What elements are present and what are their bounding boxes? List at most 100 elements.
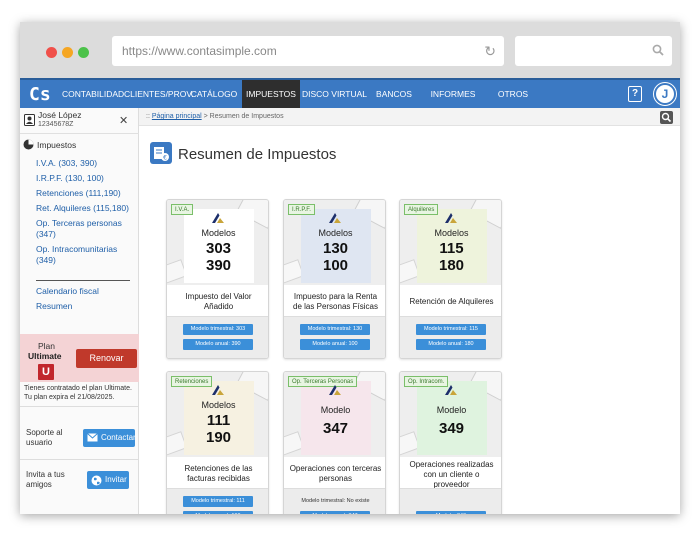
plan-note-line1: Tienes contratado el plan Ultimate. bbox=[24, 385, 132, 392]
nav-contabilidad[interactable]: CONTABILIDAD bbox=[62, 80, 124, 108]
tax-card[interactable]: Alquileres Modelos 115 180 Retención de Alqu… bbox=[399, 199, 502, 359]
help-icon[interactable]: ? bbox=[628, 86, 642, 102]
plan-name: Ultimate bbox=[28, 351, 62, 361]
nav-otros[interactable]: OTROS bbox=[486, 80, 540, 108]
contact-button-label: Contactar bbox=[101, 433, 136, 442]
annual-model-button[interactable]: Modelo anual: 100 bbox=[300, 339, 370, 350]
nav-disco-virtual[interactable]: DISCO VIRTUAL bbox=[302, 80, 367, 108]
nav-bancos[interactable]: BANCOS bbox=[366, 80, 422, 108]
sidebar-link-iva[interactable]: I.V.A. (303, 390) bbox=[36, 158, 97, 169]
card-model-number: 100 bbox=[322, 257, 349, 274]
support-label-line1: Soporte al bbox=[26, 428, 63, 437]
card-model-number: 390 bbox=[205, 257, 232, 274]
card-description: Retenciones de las facturas recibidas bbox=[184, 464, 253, 483]
invite-label: Invita a tus amigos bbox=[26, 470, 65, 490]
sidebar-link-ret-alquileres[interactable]: Ret. Alquileres (115,180) bbox=[36, 203, 129, 214]
envelope-icon bbox=[87, 433, 98, 442]
sidebar-divider bbox=[36, 280, 130, 281]
sidebar: José López 12345678Z ✕ Impuestos I.V.A. … bbox=[20, 108, 139, 514]
quarterly-model-button[interactable]: Modelo trimestral: 111 bbox=[183, 496, 253, 507]
plan-badge-icon: U bbox=[38, 364, 54, 380]
browser-search-box[interactable] bbox=[515, 36, 672, 66]
tax-agency-icon bbox=[212, 385, 224, 395]
annual-model-button[interactable]: Modelo: 349 bbox=[416, 511, 486, 514]
card-header: I.V.A. Modelos 303 390 bbox=[167, 200, 268, 285]
plan-note-line2: Tu plan expira el 21/08/2025. bbox=[24, 394, 115, 401]
user-box: José López 12345678Z ✕ bbox=[20, 108, 139, 134]
card-model-number: 349 bbox=[438, 420, 465, 437]
tax-agency-icon bbox=[212, 213, 224, 223]
sidebar-link-terceras-personas-347[interactable]: (347) bbox=[36, 229, 56, 240]
page-title: Resumen de Impuestos bbox=[178, 146, 337, 163]
globe-icon bbox=[91, 475, 102, 486]
card-header: I.R.P.F. Modelos 130 100 bbox=[284, 200, 385, 285]
card-model-label: Modelos bbox=[434, 228, 469, 238]
card-tag: Op. Terceras Personas bbox=[288, 376, 358, 387]
sidebar-link-resumen[interactable]: Resumen bbox=[36, 301, 72, 312]
quarterly-model-button[interactable]: Modelo trimestral: 115 bbox=[416, 324, 486, 335]
reload-icon[interactable]: ↻ bbox=[484, 43, 496, 60]
support-label: Soporte al usuario bbox=[26, 428, 62, 448]
card-description: Impuesto del Valor Añadido bbox=[185, 292, 252, 311]
quarterly-model-button[interactable]: Modelo trimestral: 130 bbox=[300, 324, 370, 335]
sidebar-separator bbox=[20, 406, 139, 407]
card-footer: Modelo trimestral: 111 Modelo anual: 190 bbox=[167, 488, 268, 514]
search-icon[interactable] bbox=[660, 111, 673, 124]
breadcrumb-separator: > bbox=[201, 113, 210, 120]
nav-catalogo[interactable]: CATÁLOGO bbox=[186, 80, 242, 108]
card-model-number: 190 bbox=[205, 429, 232, 446]
invite-button[interactable]: Invitar bbox=[87, 471, 129, 489]
annual-model-button[interactable]: Modelo anual: 190 bbox=[183, 511, 253, 514]
card-tag: I.R.P.F. bbox=[288, 204, 315, 215]
quarterly-model-button[interactable]: Modelo trimestral: 303 bbox=[183, 324, 253, 335]
sidebar-link-intracomunitarias[interactable]: Op. Intracomunitarias (349) bbox=[36, 244, 138, 266]
browser-toolbar: https://www.contasimple.com ↻ bbox=[20, 22, 680, 78]
renew-button[interactable]: Renovar bbox=[76, 349, 137, 368]
card-header: Retenciones Modelos 111 190 bbox=[167, 372, 268, 457]
url-bar[interactable]: https://www.contasimple.com ↻ bbox=[112, 36, 504, 66]
annual-model-button[interactable]: Modelo anual: 390 bbox=[183, 339, 253, 350]
invite-label-line1: Invita a tus bbox=[26, 470, 65, 479]
svg-text:€: € bbox=[163, 155, 167, 162]
card-model-number: 111 bbox=[206, 412, 231, 429]
close-window-dot[interactable] bbox=[46, 47, 57, 58]
tax-card[interactable]: Op. Intracom. Modelo 349 Operaciones realiz… bbox=[399, 371, 502, 514]
tax-card[interactable]: I.V.A. Modelos 303 390 Impuesto del Valor Añ… bbox=[166, 199, 269, 359]
plan-box: Plan Ultimate U Renovar bbox=[20, 334, 139, 382]
tax-card[interactable]: Retenciones Modelos 111 190 Retenciones de l… bbox=[166, 371, 269, 514]
section-title-impuestos: Impuestos bbox=[37, 140, 77, 150]
card-description: Impuesto para la Renta de las Personas F… bbox=[293, 292, 378, 311]
sidebar-link-irpf[interactable]: I.R.P.F. (130, 100) bbox=[36, 173, 104, 184]
annual-model-button[interactable]: Modelo anual: 180 bbox=[416, 339, 486, 350]
annual-model-button[interactable]: Modelo anual: 347 bbox=[300, 511, 370, 514]
card-model-label: Modelos bbox=[201, 400, 236, 410]
support-label-line2: usuario bbox=[26, 438, 53, 447]
pie-chart-icon bbox=[23, 139, 34, 150]
main-content: :: Página principal > Resumen de Impuest… bbox=[139, 108, 680, 514]
nav-impuestos[interactable]: IMPUESTOS bbox=[242, 80, 300, 108]
card-tag: Op. Intracom. bbox=[404, 376, 449, 387]
card-description: Retención de Alquileres bbox=[409, 297, 494, 306]
contact-button[interactable]: Contactar bbox=[83, 429, 136, 447]
plan-label: Plan bbox=[38, 341, 56, 351]
maximize-window-dot[interactable] bbox=[78, 47, 89, 58]
tax-card[interactable]: I.R.P.F. Modelos 130 100 Impuesto para la Re… bbox=[283, 199, 386, 359]
sidebar-link-calendario[interactable]: Calendario fiscal bbox=[36, 286, 99, 297]
main-nav: Cs CONTABILIDAD CLIENTES/PROV. CATÁLOGO … bbox=[20, 78, 680, 108]
sidebar-link-terceras-personas[interactable]: Op. Terceras personas bbox=[36, 218, 122, 229]
card-model-label: Modelos bbox=[318, 228, 353, 238]
user-avatar[interactable]: J bbox=[654, 83, 676, 105]
contasimple-logo[interactable]: Cs bbox=[29, 84, 53, 106]
card-header: Op. Intracom. Modelo 349 bbox=[400, 372, 501, 457]
nav-clientes-prov[interactable]: CLIENTES/PROV. bbox=[124, 80, 194, 108]
nav-informes[interactable]: INFORMES bbox=[425, 80, 481, 108]
card-model-number: 303 bbox=[205, 240, 232, 257]
tax-card[interactable]: Op. Terceras Personas Modelo 347 Operacione… bbox=[283, 371, 386, 514]
card-header: Op. Terceras Personas Modelo 347 bbox=[284, 372, 385, 457]
user-card-icon bbox=[24, 114, 35, 126]
switch-company-icon[interactable]: ✕ bbox=[119, 114, 128, 127]
sidebar-link-retenciones[interactable]: Retenciones (111,190) bbox=[36, 188, 121, 199]
breadcrumb-home-link[interactable]: Página principal bbox=[152, 113, 202, 120]
tax-agency-icon bbox=[329, 213, 341, 223]
minimize-window-dot[interactable] bbox=[62, 47, 73, 58]
